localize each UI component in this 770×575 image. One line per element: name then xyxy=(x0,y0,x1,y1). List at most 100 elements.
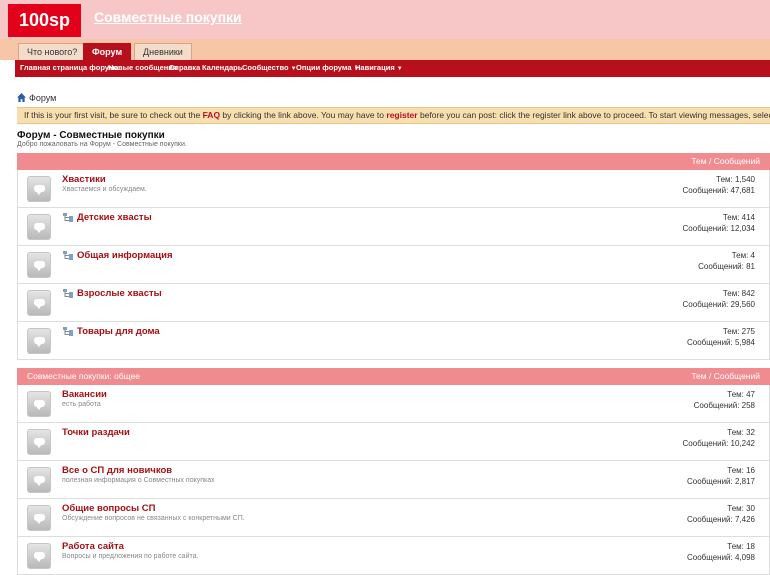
forum-description: полезная информация о Совместных покупка… xyxy=(62,477,215,484)
notice-text-2: by clicking the link above. You may have… xyxy=(220,110,387,120)
site-logo[interactable]: 100sp xyxy=(8,4,81,37)
post-count: Сообщений: 5,984 xyxy=(686,338,755,347)
chevron-down-icon: ▼ xyxy=(396,66,403,72)
forum-stats: Тем: 18 Сообщений: 4,098 xyxy=(687,541,755,563)
nav-help[interactable]: Справка xyxy=(169,63,200,72)
thread-count: Тем: 414 xyxy=(722,213,755,222)
post-count: Сообщений: 29,560 xyxy=(682,300,755,309)
forum-description: Хвастаемся и обсуждаем. xyxy=(62,186,147,193)
forum-title-link[interactable]: Общая информация xyxy=(77,250,173,261)
tab-forum[interactable]: Форум xyxy=(83,43,132,60)
forum-status-icon xyxy=(27,176,51,202)
forum-description: есть работа xyxy=(62,401,101,408)
nav-community-label: Сообщество xyxy=(242,63,289,72)
nav-forum-home[interactable]: Главная страница форума xyxy=(20,63,119,72)
thread-count: Тем: 47 xyxy=(727,390,755,399)
forum-title-link[interactable]: Все о СП для новичков xyxy=(62,465,172,476)
page-subtitle: Добро пожаловать на Форум - Совместные п… xyxy=(17,141,187,148)
register-link[interactable]: register xyxy=(386,110,417,120)
home-icon[interactable] xyxy=(17,93,26,102)
forum-status-icon xyxy=(27,391,51,417)
nav-calendar[interactable]: Календарь xyxy=(202,63,242,72)
post-count: Сообщений: 7,426 xyxy=(686,515,755,524)
forum-stats: Тем: 32 Сообщений: 10,242 xyxy=(683,427,755,449)
breadcrumb-forum[interactable]: Форум xyxy=(29,93,56,103)
forum-title-link[interactable]: Вакансии xyxy=(62,389,107,400)
nav-navigation-label: Навигация xyxy=(355,63,395,72)
post-count: Сообщений: 10,242 xyxy=(682,439,755,448)
nav-new-posts[interactable]: Новые сообщения xyxy=(108,63,177,72)
forum-stats: Тем: 1,540 Сообщений: 47,681 xyxy=(683,174,755,196)
page-title: Форум - Совместные покупки xyxy=(17,130,165,141)
breadcrumb: Форум xyxy=(17,93,56,103)
thread-count: Тем: 18 xyxy=(727,542,755,551)
forum-row: Общая информация Тем: 4 Сообщений: 81 xyxy=(17,246,770,284)
thread-count: Тем: 4 xyxy=(731,251,755,260)
thread-count: Тем: 275 xyxy=(722,327,755,336)
subforum-icon xyxy=(63,327,73,336)
nav-community[interactable]: Сообщество ▼ xyxy=(242,63,297,72)
forum-status-icon xyxy=(27,252,51,278)
post-count: Сообщений: 81 xyxy=(698,262,755,271)
tab-blogs[interactable]: Дневники xyxy=(134,43,192,60)
forum-description: Обсуждение вопросов не связанных с конкр… xyxy=(62,515,245,522)
forum-row: Взрослые хвасты Тем: 842 Сообщений: 29,5… xyxy=(17,284,770,322)
site-title-link[interactable]: Совместные покупки xyxy=(94,9,242,25)
thread-count: Тем: 30 xyxy=(727,504,755,513)
forum-stats: Тем: 16 Сообщений: 2,817 xyxy=(687,465,755,487)
forum-row: Работа сайта Вопросы и предложения по ра… xyxy=(17,537,770,575)
post-count: Сообщений: 12,034 xyxy=(682,224,755,233)
site-header: 100sp Совместные покупки xyxy=(0,0,770,39)
thread-count: Тем: 1,540 xyxy=(716,175,755,184)
forum-status-icon xyxy=(27,429,51,455)
notice-text-3: before you can post: click the register … xyxy=(417,110,770,120)
subforum-icon xyxy=(63,213,73,222)
forum-stats: Тем: 842 Сообщений: 29,560 xyxy=(683,288,755,310)
forum-title-link[interactable]: Товары для дома xyxy=(77,326,160,337)
nav-forum-options[interactable]: Опции форума ▼ xyxy=(296,63,359,72)
subforum-icon xyxy=(63,251,73,260)
forum-status-icon xyxy=(27,214,51,240)
post-count: Сообщений: 258 xyxy=(693,401,755,410)
subforum-icon xyxy=(63,289,73,298)
post-count: Сообщений: 2,817 xyxy=(686,477,755,486)
forum-row: Точки раздачи Тем: 32 Сообщений: 10,242 xyxy=(17,423,770,461)
stats-header: Тем / Сообщений xyxy=(691,371,760,381)
forum-stats: Тем: 275 Сообщений: 5,984 xyxy=(687,326,755,348)
section-header: Тем / Сообщений xyxy=(17,153,770,170)
stats-header: Тем / Сообщений xyxy=(691,156,760,166)
forum-row: Общие вопросы СП Обсуждение вопросов не … xyxy=(17,499,770,537)
tab-bar: Что нового? Форум Дневники xyxy=(0,39,770,60)
forum-stats: Тем: 30 Сообщений: 7,426 xyxy=(687,503,755,525)
main-navbar: Главная страница форума Новые сообщения … xyxy=(15,60,770,77)
forum-row: Хвастики Хвастаемся и обсуждаем. Тем: 1,… xyxy=(17,170,770,208)
thread-count: Тем: 842 xyxy=(722,289,755,298)
tab-whats-new[interactable]: Что нового? xyxy=(18,43,87,60)
forum-title-link[interactable]: Детские хвасты xyxy=(77,212,152,223)
post-count: Сообщений: 47,681 xyxy=(682,186,755,195)
forum-title-link[interactable]: Общие вопросы СП xyxy=(62,503,156,514)
forum-stats: Тем: 4 Сообщений: 81 xyxy=(698,250,755,272)
post-count: Сообщений: 4,098 xyxy=(686,553,755,562)
notice-text-1: If this is your first visit, be sure to … xyxy=(24,110,203,120)
forum-title-link[interactable]: Взрослые хвасты xyxy=(77,288,162,299)
section-header: Совместные покупки: общее Тем / Сообщени… xyxy=(17,368,770,385)
forum-description: Вопросы и предложения по работе сайта. xyxy=(62,553,199,560)
forum-title-link[interactable]: Точки раздачи xyxy=(62,427,130,438)
forum-status-icon xyxy=(27,328,51,354)
faq-link[interactable]: FAQ xyxy=(203,110,220,120)
forum-status-icon xyxy=(27,505,51,531)
thread-count: Тем: 32 xyxy=(727,428,755,437)
nav-navigation[interactable]: Навигация ▼ xyxy=(355,63,403,72)
forum-row: Детские хвасты Тем: 414 Сообщений: 12,03… xyxy=(17,208,770,246)
first-visit-notice: If this is your first visit, be sure to … xyxy=(17,107,770,124)
forum-title-link[interactable]: Работа сайта xyxy=(62,541,124,552)
section-title[interactable]: Совместные покупки: общее xyxy=(27,368,140,385)
forum-row: Товары для дома Тем: 275 Сообщений: 5,98… xyxy=(17,322,770,360)
forum-status-icon xyxy=(27,467,51,493)
forum-row: Все о СП для новичков полезная информаци… xyxy=(17,461,770,499)
forum-status-icon xyxy=(27,290,51,316)
forum-title-link[interactable]: Хвастики xyxy=(62,174,106,185)
forum-stats: Тем: 414 Сообщений: 12,034 xyxy=(683,212,755,234)
forum-stats: Тем: 47 Сообщений: 258 xyxy=(694,389,755,411)
